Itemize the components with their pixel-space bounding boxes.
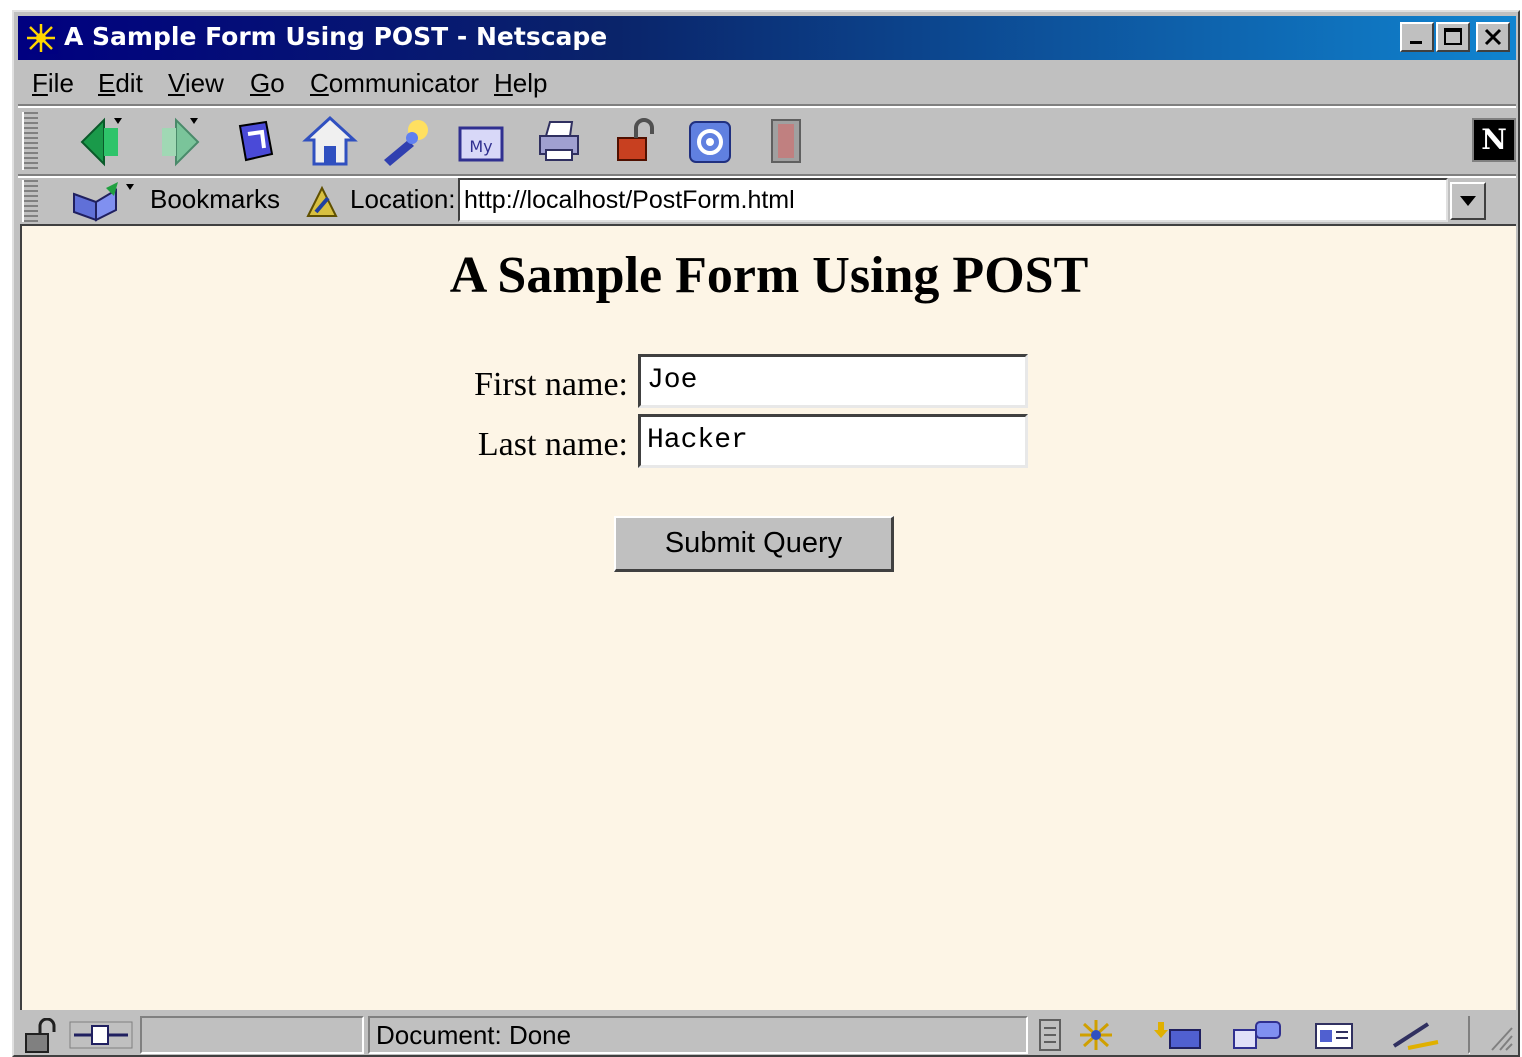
netscape-app-icon [24,22,58,54]
my-netscape-icon[interactable]: My [454,114,510,168]
aim-icon[interactable] [1388,1018,1448,1052]
location-grip[interactable] [22,180,38,222]
security-icon[interactable] [606,114,662,168]
menu-go[interactable]: Go [250,68,285,99]
netscape-logo[interactable]: N [1472,118,1516,162]
menu-help-accel: H [494,68,513,98]
status-bar: Document: Done [18,1012,1516,1056]
menu-help-label: elp [512,68,548,98]
first-name-label: First name: [474,366,628,403]
menu-view[interactable]: View [168,68,224,99]
bookmarks-label[interactable]: Bookmarks [150,184,280,215]
navigation-toolbar: My N [18,108,1516,174]
component-bar-grip-icon[interactable] [1036,1018,1064,1052]
composer-icon[interactable] [1310,1018,1360,1052]
menu-communicator-accel: C [310,68,329,98]
close-icon [1484,28,1502,46]
bookmarks-icon[interactable] [70,180,136,222]
url-dropdown-button[interactable] [1450,182,1486,220]
security-lock-icon[interactable] [22,1018,66,1054]
browser-window: A Sample Form Using POST - Netscape File… [12,10,1520,1057]
status-text: Document: Done [376,1020,572,1050]
menu-communicator-label: ommunicator [328,68,480,98]
close-button[interactable] [1476,22,1510,52]
location-icon[interactable] [302,184,342,220]
menu-bar: File Edit View Go Communicator Help [18,64,1516,104]
discussions-icon[interactable] [1230,1018,1284,1052]
minimize-icon [1410,41,1422,44]
menu-file-label: ile [47,68,74,98]
minimize-button[interactable] [1400,22,1434,52]
window-title: A Sample Form Using POST - Netscape [64,22,608,51]
connection-icon[interactable] [68,1020,134,1050]
forward-icon[interactable] [150,114,206,168]
menu-help[interactable]: Help [494,68,547,99]
toolbar-grip[interactable] [22,112,38,170]
maximize-icon [1444,28,1462,45]
menu-go-accel: G [250,68,271,98]
status-divider [1468,1016,1470,1054]
mail-icon[interactable] [1152,1018,1206,1052]
location-label: Location: [350,184,456,214]
last-name-label: Last name: [477,426,628,463]
menu-file[interactable]: File [32,68,74,99]
menu-edit-label: dit [115,68,143,98]
first-name-input[interactable]: Joe [638,354,1028,408]
resize-grip-icon[interactable] [1484,1020,1514,1054]
chevron-down-icon [1460,196,1476,206]
search-icon[interactable] [378,114,434,168]
back-icon[interactable] [74,114,130,168]
location-bar: Bookmarks Location: http://localhost/Pos… [18,176,1516,226]
menu-file-accel: F [32,68,48,98]
menu-communicator[interactable]: Communicator [310,68,479,99]
url-input[interactable]: http://localhost/PostForm.html [458,178,1448,222]
submit-query-button[interactable]: Submit Query [614,516,894,572]
page-content: A Sample Form Using POST First name: Joe… [20,224,1516,1010]
title-bar[interactable]: A Sample Form Using POST - Netscape [18,16,1516,60]
reload-icon[interactable] [226,114,282,168]
last-name-input[interactable]: Hacker [638,414,1028,468]
menu-go-label: o [270,68,285,98]
maximize-button[interactable] [1436,22,1470,52]
svg-text:My: My [469,137,492,156]
menu-view-label: iew [184,68,224,98]
menu-view-accel: V [168,68,185,98]
page-title: A Sample Form Using POST [449,247,1089,304]
navigator-icon[interactable] [1074,1018,1124,1052]
print-icon[interactable] [530,114,586,168]
shop-icon[interactable] [682,114,738,168]
menu-edit-accel: E [98,68,116,98]
menu-edit[interactable]: Edit [98,68,143,99]
stop-icon[interactable] [758,114,814,168]
home-icon[interactable] [302,114,358,168]
progress-cell [140,1016,364,1054]
